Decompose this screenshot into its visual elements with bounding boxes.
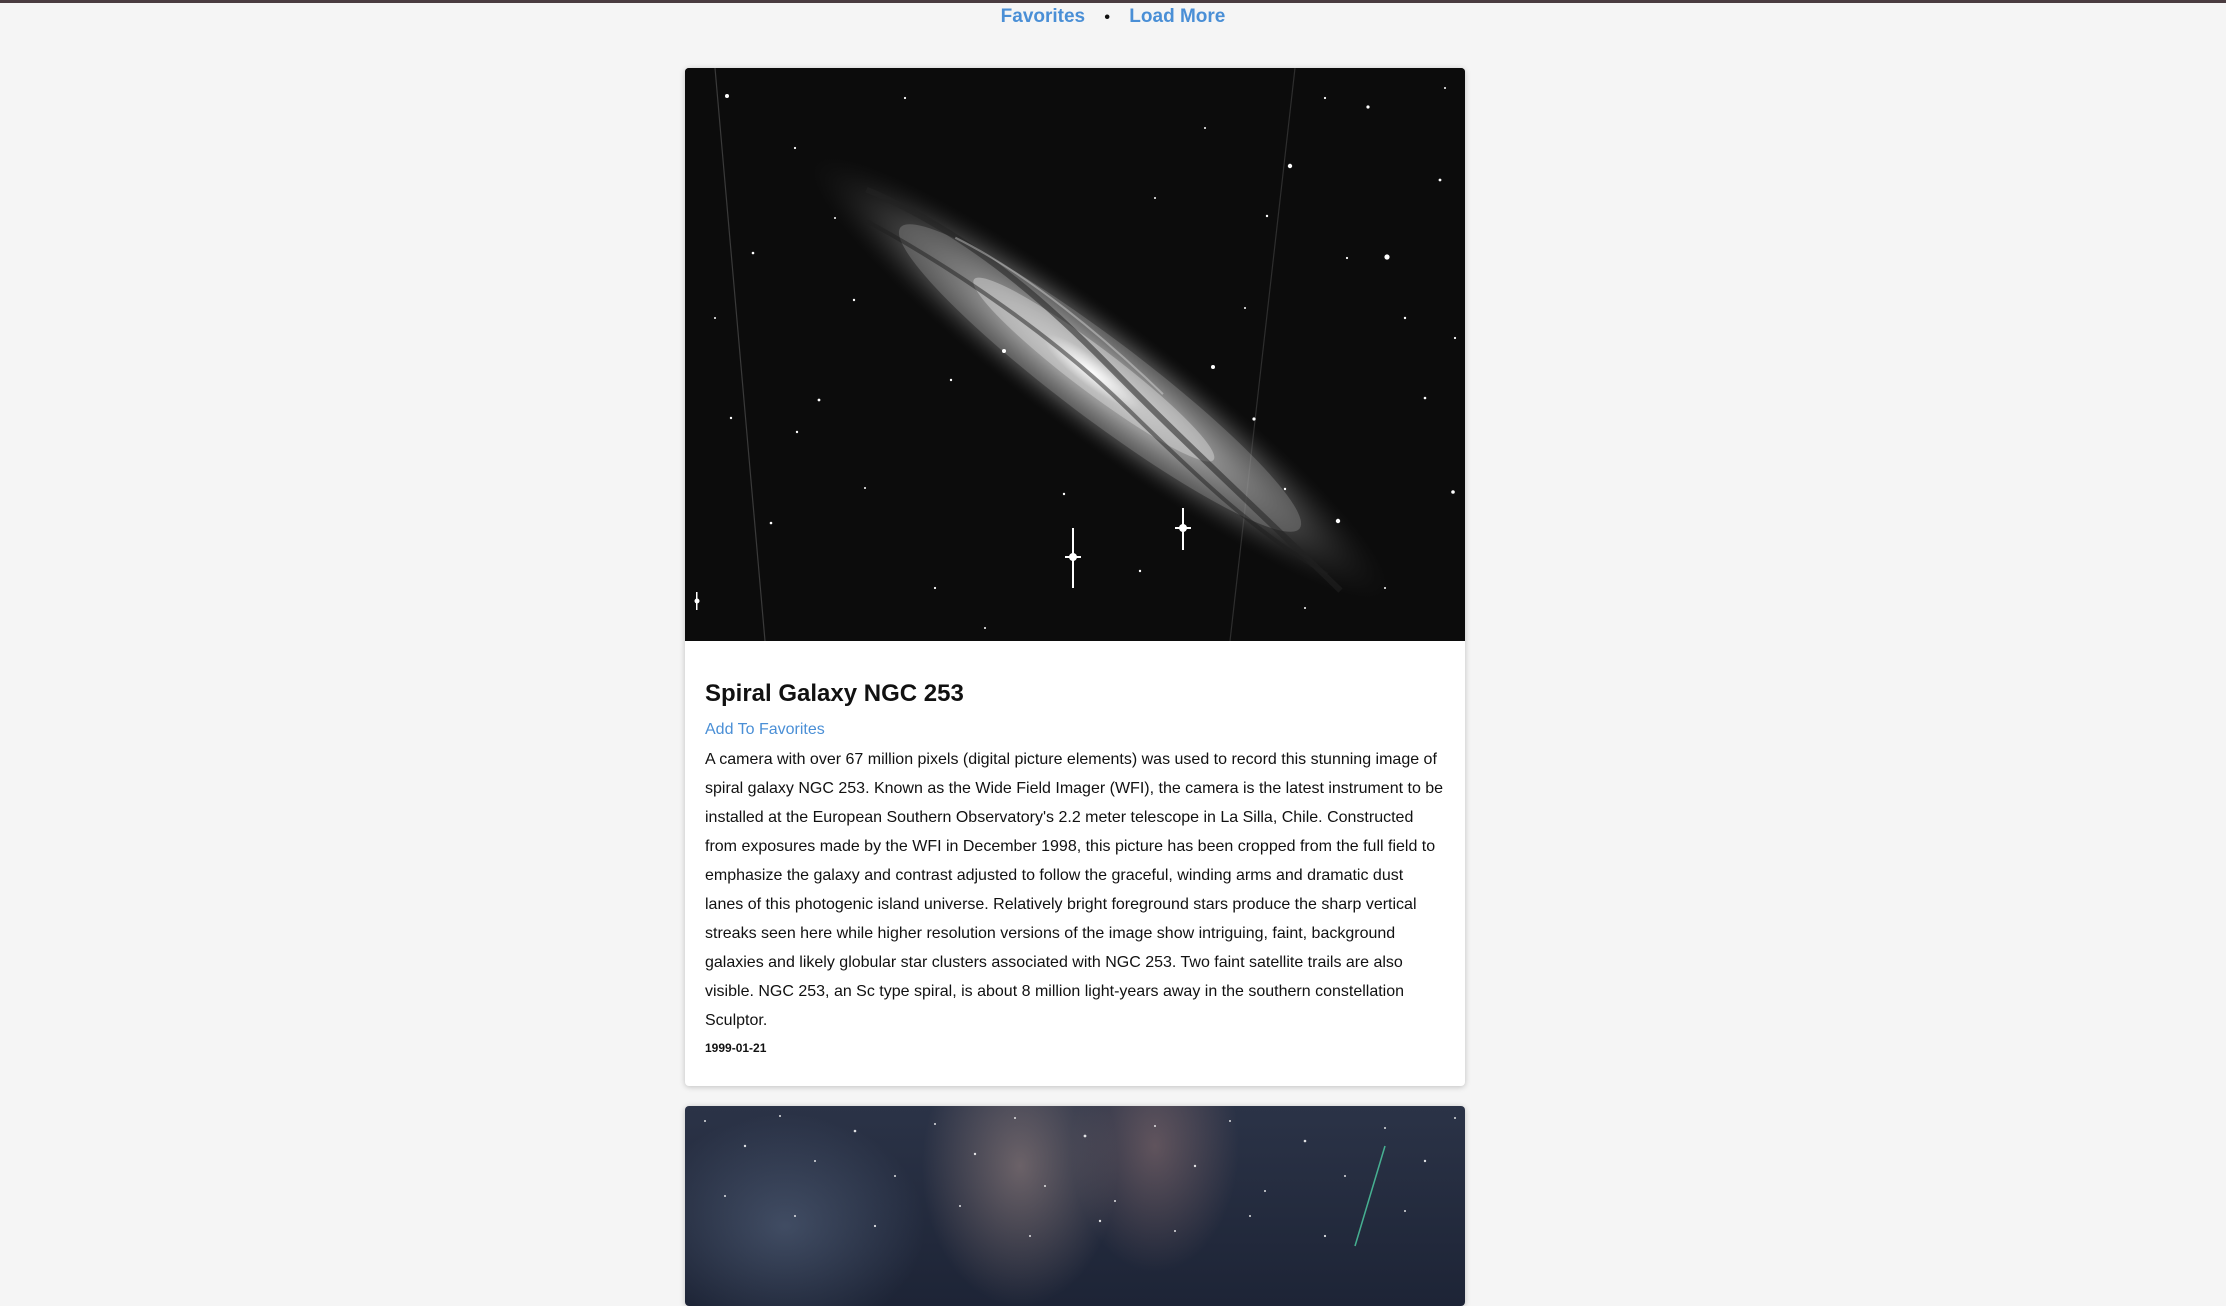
post-description: A camera with over 67 million pixels (di…	[705, 751, 1444, 1029]
milky-way-image	[704, 1115, 1456, 1247]
favorites-link[interactable]: Favorites	[1001, 6, 1085, 27]
post-date: 1999-01-21	[705, 1041, 767, 1055]
galaxy-image	[685, 68, 1465, 641]
post-card: Spiral Galaxy NGC 253 Add To Favorites A…	[685, 68, 1465, 1086]
top-border	[0, 0, 2226, 3]
nav-separator: •	[1104, 9, 1111, 26]
post-card	[685, 1106, 1465, 1306]
post-image	[685, 68, 1465, 641]
load-more-link[interactable]: Load More	[1129, 6, 1225, 27]
post-body: Spiral Galaxy NGC 253 Add To Favorites A…	[685, 641, 1465, 1055]
top-nav: Favorites • Load More	[0, 4, 2226, 31]
post-image	[685, 1106, 1465, 1306]
add-to-favorites-link[interactable]: Add To Favorites	[705, 719, 825, 741]
post-title: Spiral Galaxy NGC 253	[705, 680, 964, 707]
